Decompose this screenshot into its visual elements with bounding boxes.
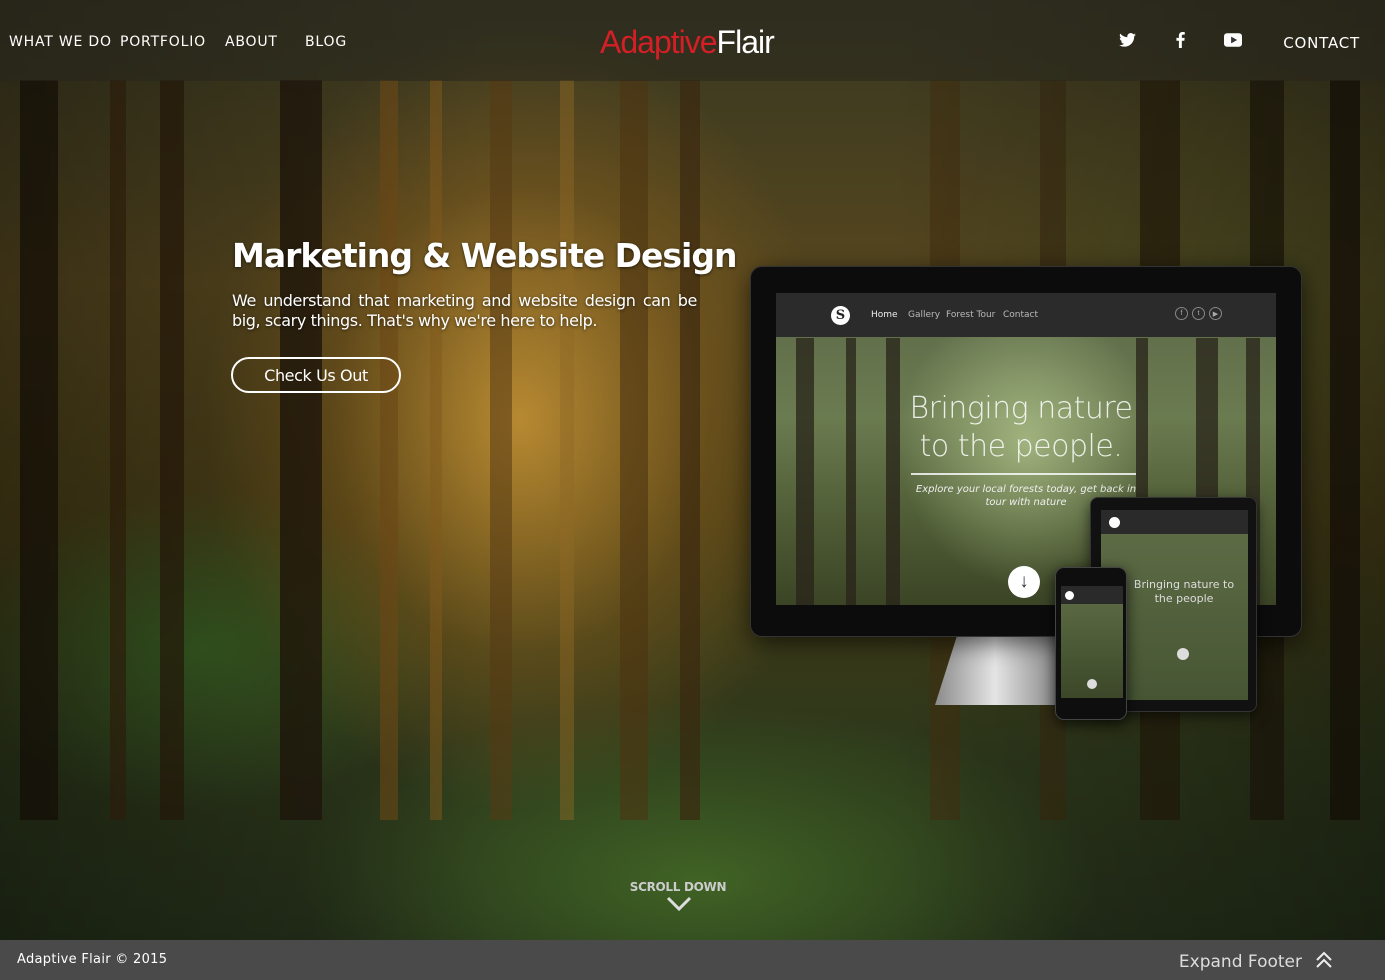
expand-footer-link[interactable]: Expand Footer — [1179, 952, 1302, 972]
mockup-logo-icon: S — [831, 306, 850, 325]
tablet-logo-icon — [1109, 517, 1120, 528]
top-navbar: WHAT WE DO PORTFOLIO ABOUT BLOG Adaptive… — [0, 0, 1385, 81]
tablet-arrow-down-icon — [1177, 648, 1189, 660]
mockup-headline-line2: to the people. — [919, 429, 1123, 464]
mockup-nav-contact: Contact — [1003, 310, 1039, 320]
mockup-social-icons: f t ▶ — [1175, 307, 1222, 320]
mockup-headline: Bringing nature to the people. — [886, 390, 1156, 466]
phone-screen — [1061, 586, 1123, 698]
footer-bar: Adaptive Flair © 2015 Expand Footer — [0, 940, 1385, 980]
logo-part-flair: Flair — [716, 24, 775, 60]
mockup-divider — [911, 473, 1136, 475]
nav-about[interactable]: ABOUT — [225, 34, 278, 50]
hero-title: Marketing & Website Design — [232, 236, 737, 275]
mockup-navbar: S Home Gallery Forest Tour Contact f t ▶ — [776, 293, 1276, 337]
twitter-icon[interactable] — [1117, 30, 1137, 50]
phone-arrow-down-icon — [1087, 679, 1097, 689]
phone-mockup — [1055, 567, 1127, 720]
nav-contact[interactable]: CONTACT — [1283, 34, 1360, 52]
mockup-youtube-icon: ▶ — [1209, 307, 1222, 320]
nav-blog[interactable]: BLOG — [305, 34, 347, 50]
site-logo[interactable]: AdaptiveFlair — [600, 24, 775, 61]
phone-logo-icon — [1065, 591, 1074, 600]
hero-subtitle: We understand that marketing and website… — [232, 291, 697, 330]
mockup-nav-forest-tour: Forest Tour — [946, 310, 996, 320]
check-us-out-button[interactable]: Check Us Out — [231, 357, 401, 393]
facebook-icon[interactable] — [1170, 30, 1190, 50]
mockup-twitter-icon: t — [1192, 307, 1205, 320]
mockup-facebook-icon: f — [1175, 307, 1188, 320]
mockup-headline-line1: Bringing nature — [909, 391, 1133, 426]
chevron-down-icon[interactable] — [666, 896, 692, 917]
footer-copyright: Adaptive Flair © 2015 — [17, 952, 168, 967]
mockup-nav-gallery: Gallery — [908, 310, 941, 320]
mockup-arrow-down-icon: ↓ — [1008, 566, 1040, 598]
nav-what-we-do[interactable]: WHAT WE DO — [9, 34, 112, 50]
logo-part-adaptive: Adaptive — [600, 24, 718, 60]
scroll-down-label[interactable]: SCROLL DOWN — [628, 880, 728, 894]
nav-portfolio[interactable]: PORTFOLIO — [120, 34, 206, 50]
mockup-nav-home: Home — [871, 310, 898, 320]
double-chevron-up-icon[interactable] — [1315, 951, 1333, 974]
tablet-headline: Bringing nature to the people — [1133, 578, 1235, 605]
youtube-icon[interactable] — [1223, 30, 1243, 50]
